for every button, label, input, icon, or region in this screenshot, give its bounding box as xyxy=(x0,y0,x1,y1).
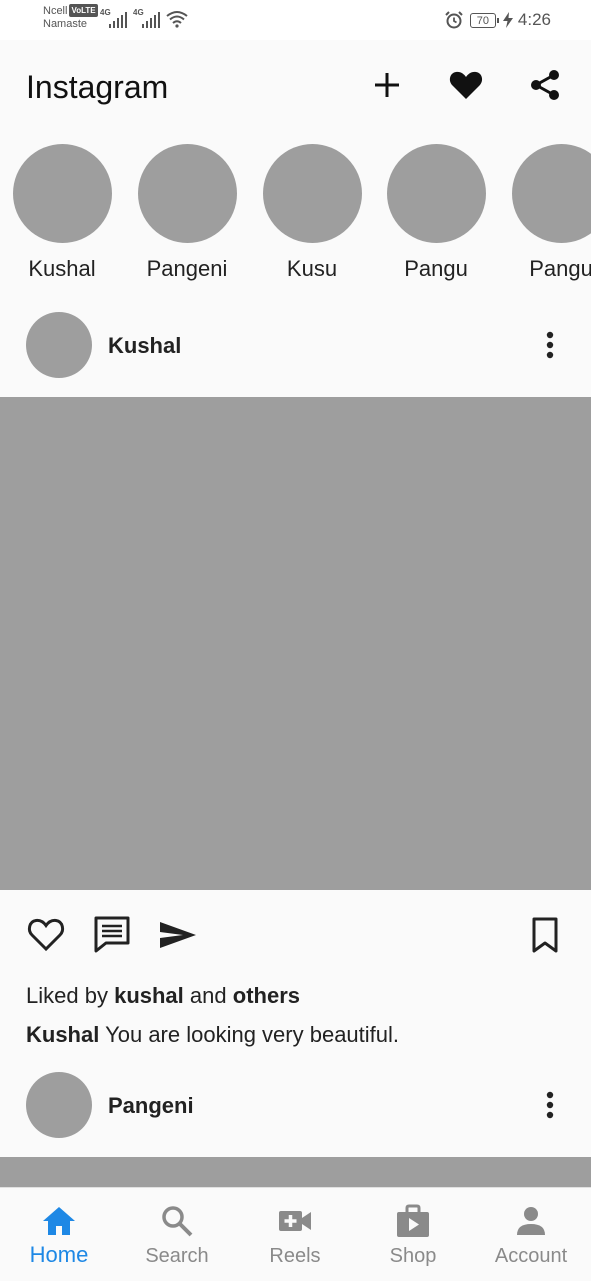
nav-label: Shop xyxy=(354,1245,472,1268)
app-title: Instagram xyxy=(26,69,168,106)
liked-user[interactable]: kushal xyxy=(114,983,184,1008)
account-icon xyxy=(513,1203,549,1239)
like-heart-icon[interactable] xyxy=(26,910,66,958)
nav-label: Home xyxy=(0,1242,118,1268)
story-name: Pangeni xyxy=(137,256,237,282)
liked-prefix: Liked by xyxy=(26,983,108,1008)
charging-icon xyxy=(502,11,514,29)
avatar[interactable] xyxy=(26,312,92,378)
post-username[interactable]: Kushal xyxy=(108,333,181,359)
bottom-navigation: Home Search Reels Shop Account xyxy=(0,1187,591,1281)
alarm-icon xyxy=(444,10,464,30)
story-name: Kushal xyxy=(12,256,112,282)
home-icon xyxy=(41,1203,77,1239)
add-icon[interactable] xyxy=(369,67,405,103)
nav-shop[interactable]: Shop xyxy=(354,1188,472,1281)
avatar[interactable] xyxy=(26,1072,92,1138)
carrier-info: NcellVoLTE Namaste xyxy=(43,4,98,31)
nav-home[interactable]: Home xyxy=(0,1188,118,1281)
story-avatar[interactable] xyxy=(138,144,237,243)
post-caption: Kushal You are looking very beautiful. xyxy=(26,1022,399,1048)
liked-by-text: Liked by kushal and others xyxy=(26,983,300,1009)
send-icon[interactable] xyxy=(158,910,198,958)
volte-badge: VoLTE xyxy=(69,4,97,17)
wifi-icon xyxy=(166,10,188,28)
story-name: Kusu xyxy=(262,256,362,282)
nav-search[interactable]: Search xyxy=(118,1188,236,1281)
post-header: Kushal xyxy=(0,312,591,382)
post-username[interactable]: Pangeni xyxy=(108,1093,194,1119)
story-name: Pangu xyxy=(511,256,591,282)
story-avatar[interactable] xyxy=(387,144,486,243)
search-icon xyxy=(159,1203,195,1239)
share-icon[interactable] xyxy=(527,67,563,103)
story-item[interactable]: Kushal xyxy=(12,144,112,282)
nav-label: Reels xyxy=(236,1245,354,1268)
caption-text: You are looking very beautiful. xyxy=(105,1022,399,1047)
story-avatar[interactable] xyxy=(13,144,112,243)
more-vert-icon[interactable] xyxy=(540,1090,560,1120)
post-image[interactable] xyxy=(0,397,591,890)
nav-account[interactable]: Account xyxy=(472,1188,590,1281)
story-item[interactable]: Pangu xyxy=(511,144,591,282)
carrier-name: Ncell xyxy=(43,5,67,17)
stories-row[interactable]: Kushal Pangeni Kusu Pangu Pangu xyxy=(0,135,591,295)
shop-icon xyxy=(395,1203,431,1239)
nav-label: Search xyxy=(118,1245,236,1268)
story-item[interactable]: Kusu xyxy=(262,144,362,282)
story-item[interactable]: Pangeni xyxy=(137,144,237,282)
comment-icon[interactable] xyxy=(92,910,132,958)
heart-icon[interactable] xyxy=(448,67,484,103)
liked-others[interactable]: others xyxy=(233,983,300,1008)
nav-reels[interactable]: Reels xyxy=(236,1188,354,1281)
app-header: Instagram xyxy=(0,40,591,135)
video-add-icon xyxy=(277,1203,313,1239)
caption-username[interactable]: Kushal xyxy=(26,1022,99,1047)
status-bar: NcellVoLTE Namaste 4G 4G 70 4:26 xyxy=(0,0,591,40)
post-actions xyxy=(0,910,591,960)
story-name: Pangu xyxy=(386,256,486,282)
bookmark-icon[interactable] xyxy=(525,910,565,958)
story-avatar[interactable] xyxy=(263,144,362,243)
post-header: Pangeni xyxy=(0,1072,591,1142)
network-name: Namaste xyxy=(43,18,87,30)
clock: 4:26 xyxy=(518,10,551,30)
battery-indicator: 70 xyxy=(470,13,496,28)
more-vert-icon[interactable] xyxy=(540,330,560,360)
story-item[interactable]: Pangu xyxy=(386,144,486,282)
story-avatar[interactable] xyxy=(512,144,591,243)
liked-middle: and xyxy=(190,983,227,1008)
nav-label: Account xyxy=(472,1245,590,1268)
